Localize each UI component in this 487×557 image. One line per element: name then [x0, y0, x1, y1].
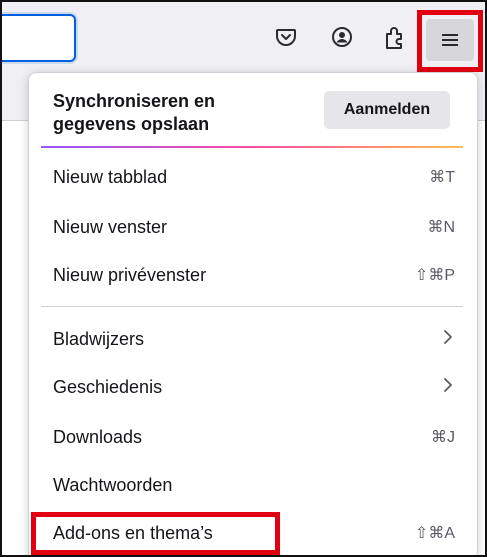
menu-item-new-private-window[interactable]: Nieuw privévenster ⇧⌘P: [29, 252, 477, 298]
chevron-right-icon: [443, 377, 453, 398]
sign-in-button[interactable]: Aanmelden: [324, 91, 450, 129]
chevron-right-icon: [443, 329, 453, 350]
sync-gradient-divider: [41, 146, 463, 148]
menu-item-history[interactable]: Geschiedenis: [29, 364, 477, 410]
menu-item-label: Nieuw tabblad: [53, 166, 168, 187]
menu-item-label: Nieuw venster: [53, 216, 168, 237]
url-bar[interactable]: [2, 14, 76, 62]
extensions-icon[interactable]: [380, 22, 410, 52]
sync-title-line-2: gegevens opslaan: [53, 114, 210, 134]
menu-item-label: Wachtwoorden: [53, 474, 173, 495]
menu-item-bookmarks[interactable]: Bladwijzers: [29, 316, 477, 362]
app-menu-panel: Synchroniseren en gegevens opslaan Aanme…: [28, 72, 478, 555]
page-content-left: [2, 120, 28, 555]
menu-item-new-tab[interactable]: Nieuw tabblad ⌘T: [29, 154, 477, 200]
account-icon[interactable]: [327, 22, 357, 52]
menu-item-new-window[interactable]: Nieuw venster ⌘N: [29, 204, 477, 250]
menu-item-shortcut: ⇧⌘A: [414, 525, 455, 542]
sync-title-line-1: Synchroniseren en: [53, 91, 216, 111]
menu-button-highlight: [417, 10, 483, 72]
menu-item-label: Downloads: [53, 426, 143, 447]
menu-item-shortcut: ⌘T: [429, 169, 455, 186]
pocket-icon[interactable]: [271, 22, 301, 52]
menu-item-label: Nieuw privévenster: [53, 264, 207, 285]
menu-item-passwords[interactable]: Wachtwoorden: [29, 462, 477, 508]
menu-item-shortcut: ⌘J: [431, 429, 455, 446]
menu-divider: [41, 306, 463, 307]
addons-highlight: [31, 512, 280, 555]
browser-window: Synchroniseren en gegevens opslaan Aanme…: [0, 0, 487, 557]
menu-item-shortcut: ⌘N: [427, 219, 455, 236]
menu-item-downloads[interactable]: Downloads ⌘J: [29, 414, 477, 460]
menu-item-label: Bladwijzers: [53, 328, 145, 349]
sync-title: Synchroniseren en gegevens opslaan: [53, 90, 293, 136]
menu-item-label: Geschiedenis: [53, 376, 163, 397]
menu-item-shortcut: ⇧⌘P: [414, 267, 455, 284]
